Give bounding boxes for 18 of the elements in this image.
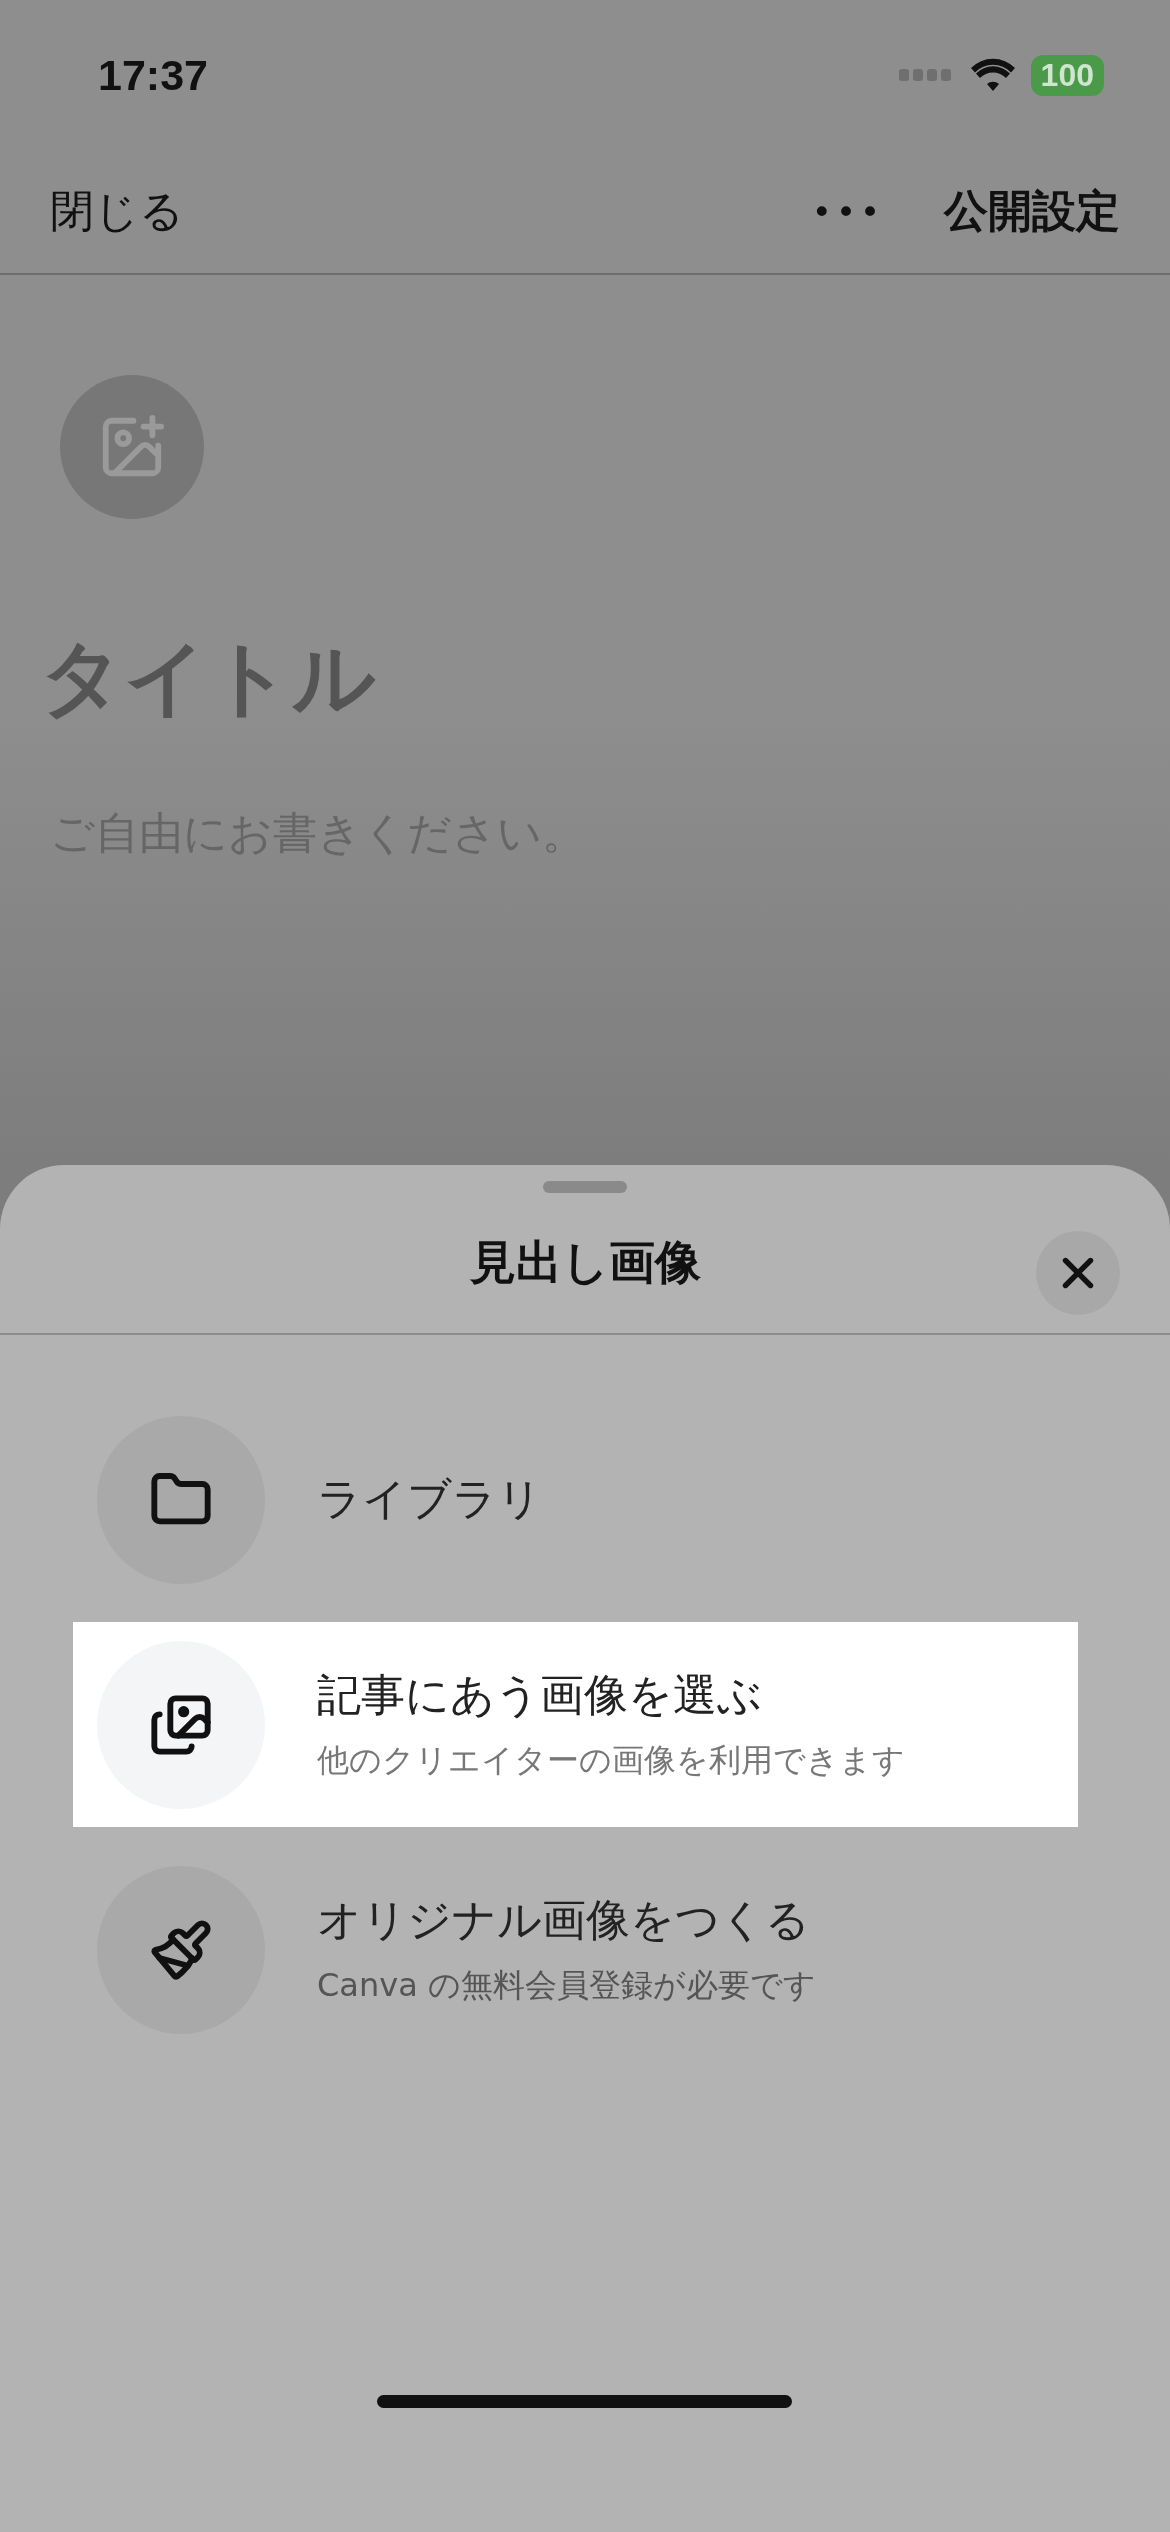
close-link[interactable]: 閉じる — [50, 182, 184, 241]
option-label: ライブラリ — [317, 1472, 542, 1526]
option-row[interactable]: 記事にあう画像を選ぶ 他のクリエイターの画像を利用できます — [73, 1622, 1078, 1827]
option-row[interactable]: ライブラリ — [73, 1397, 1078, 1602]
battery-level: 100 — [1030, 54, 1104, 96]
option-description: Canva の無料会員登録が必要です — [317, 1965, 816, 2006]
wifi-icon — [968, 57, 1017, 93]
more-button[interactable]: ••• — [811, 191, 884, 232]
option-description: 他のクリエイターの画像を利用できます — [317, 1740, 905, 1781]
sheet-title: 見出し画像 — [469, 1234, 701, 1291]
paintbrush-icon — [149, 1917, 213, 1982]
publish-settings-link[interactable]: 公開設定 — [944, 182, 1120, 241]
images-icon — [149, 1692, 213, 1757]
sheet-handle[interactable] — [543, 1181, 627, 1193]
status-time: 17:37 — [98, 50, 208, 100]
option-row[interactable]: オリジナル画像をつくる Canva の無料会員登録が必要です — [73, 1847, 1078, 2052]
option-label: オリジナル画像をつくる — [317, 1893, 811, 1947]
option-label: 記事にあう画像を選ぶ — [317, 1668, 763, 1722]
